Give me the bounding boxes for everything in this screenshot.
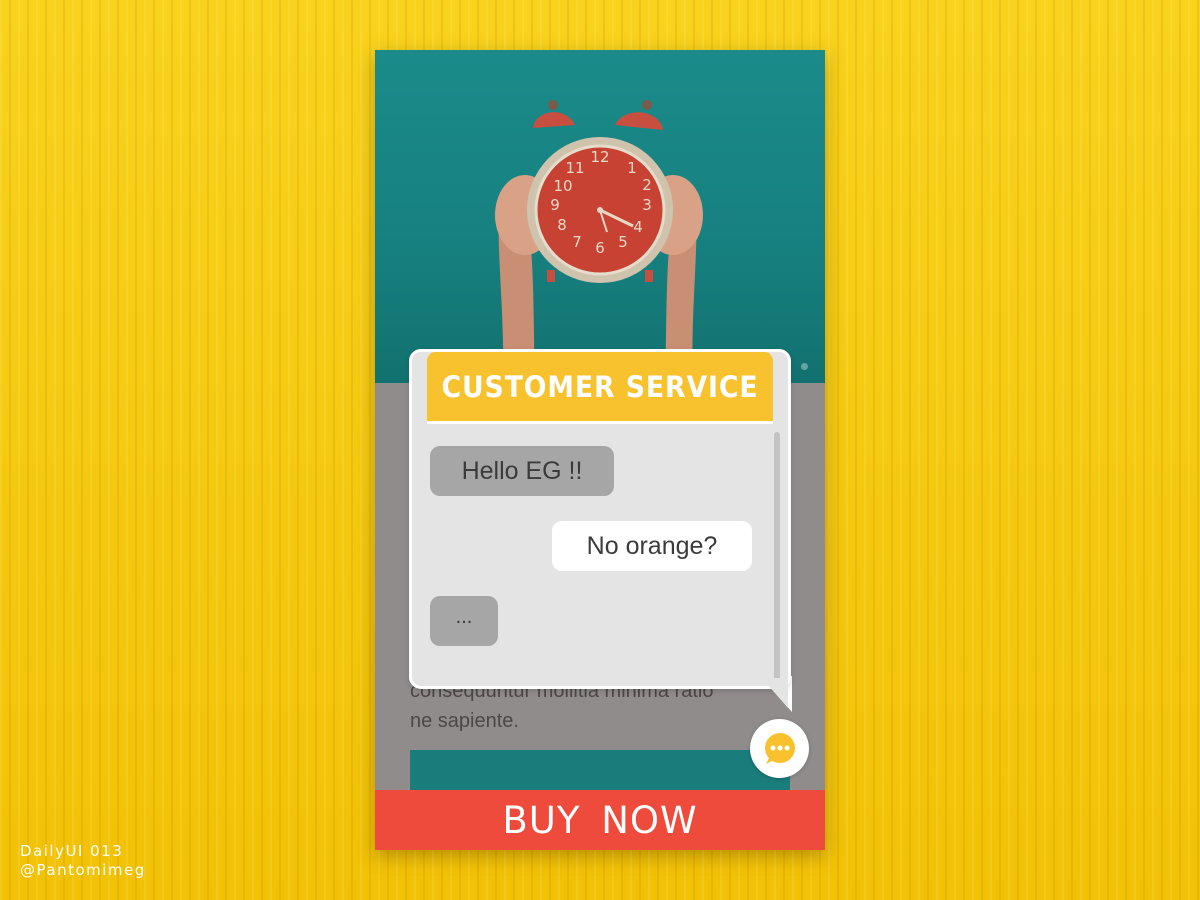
svg-text:1: 1 bbox=[627, 159, 637, 177]
svg-text:9: 9 bbox=[550, 196, 560, 214]
buy-now-button[interactable]: BUY NOW bbox=[375, 790, 825, 850]
chat-messages[interactable]: Hello EG !! No orange? ... bbox=[412, 424, 788, 686]
svg-text:11: 11 bbox=[565, 159, 584, 177]
svg-text:2: 2 bbox=[642, 176, 652, 194]
customer-service-title: CUSTOMER SERVICE bbox=[427, 352, 773, 424]
chat-button[interactable] bbox=[750, 719, 809, 778]
svg-text:3: 3 bbox=[642, 196, 652, 214]
svg-text:7: 7 bbox=[572, 233, 582, 251]
chat-message-typing: ... bbox=[430, 596, 498, 646]
chat-message-user: No orange? bbox=[552, 521, 752, 571]
alarm-clock-illustration: 12 1 2 3 4 5 6 7 8 9 10 11 bbox=[495, 100, 703, 383]
svg-text:5: 5 bbox=[618, 233, 628, 251]
hero-image: 12 1 2 3 4 5 6 7 8 9 10 11 bbox=[375, 50, 825, 383]
credit-line: @Pantomimeg bbox=[20, 861, 146, 879]
svg-text:12: 12 bbox=[590, 148, 609, 166]
svg-text:6: 6 bbox=[595, 239, 605, 257]
carousel-dot[interactable] bbox=[801, 363, 808, 370]
svg-text:4: 4 bbox=[633, 218, 643, 236]
svg-text:10: 10 bbox=[553, 177, 572, 195]
customer-service-panel: CUSTOMER SERVICE Hello EG !! No orange? … bbox=[409, 349, 791, 689]
credit-line: DailyUI 013 bbox=[20, 842, 124, 860]
teal-block bbox=[410, 750, 790, 790]
chat-message-agent: Hello EG !! bbox=[430, 446, 614, 496]
design-credit: DailyUI 013 @Pantomimeg bbox=[20, 842, 146, 880]
chat-bubble-icon bbox=[764, 732, 795, 764]
chat-panel-tail bbox=[762, 678, 788, 708]
svg-text:8: 8 bbox=[557, 216, 567, 234]
chat-scrollbar[interactable] bbox=[774, 432, 780, 682]
description-line: ne sapiente. bbox=[410, 710, 519, 732]
